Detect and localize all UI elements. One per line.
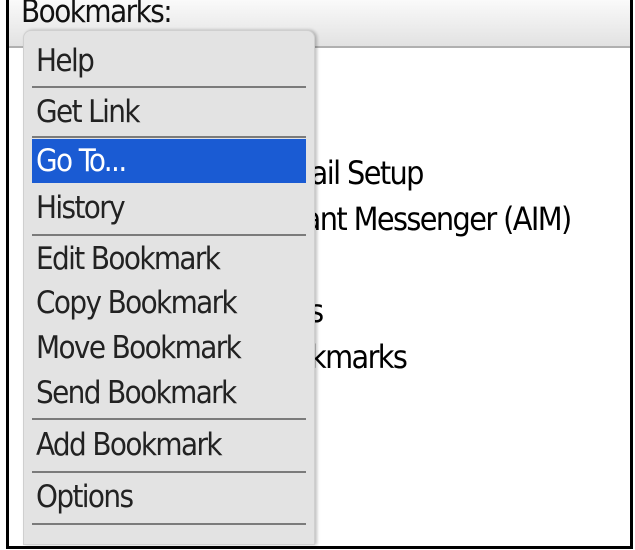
menu-item-options[interactable]: Options	[32, 475, 306, 519]
menu-item-edit-bookmark[interactable]: Edit Bookmark	[32, 237, 306, 281]
menu-item-help[interactable]: Help	[32, 39, 306, 83]
page-title: Bookmarks:	[21, 0, 173, 30]
bookmark-item-aim[interactable]: tant Messenger (AIM)	[294, 196, 572, 242]
menu-item-go-to[interactable]: Go To...	[32, 139, 306, 183]
menu-separator	[32, 136, 306, 138]
menu-item-history[interactable]: History	[32, 186, 306, 230]
menu-separator	[32, 86, 306, 88]
menu-separator	[32, 523, 306, 525]
menu-item-move-bookmark[interactable]: Move Bookmark	[32, 326, 306, 370]
menu-item-send-bookmark[interactable]: Send Bookmark	[32, 371, 306, 415]
context-menu: Help Get Link Go To... History Edit Book…	[23, 30, 315, 545]
menu-separator	[32, 471, 306, 473]
menu-item-copy-bookmark[interactable]: Copy Bookmark	[32, 281, 306, 325]
menu-separator	[32, 234, 306, 236]
menu-item-get-link[interactable]: Get Link	[32, 90, 306, 134]
menu-item-add-bookmark[interactable]: Add Bookmark	[32, 423, 306, 467]
browser-screen: Bookmarks: nail Setup tant Messenger (AI…	[6, 0, 633, 549]
menu-separator	[32, 418, 306, 420]
